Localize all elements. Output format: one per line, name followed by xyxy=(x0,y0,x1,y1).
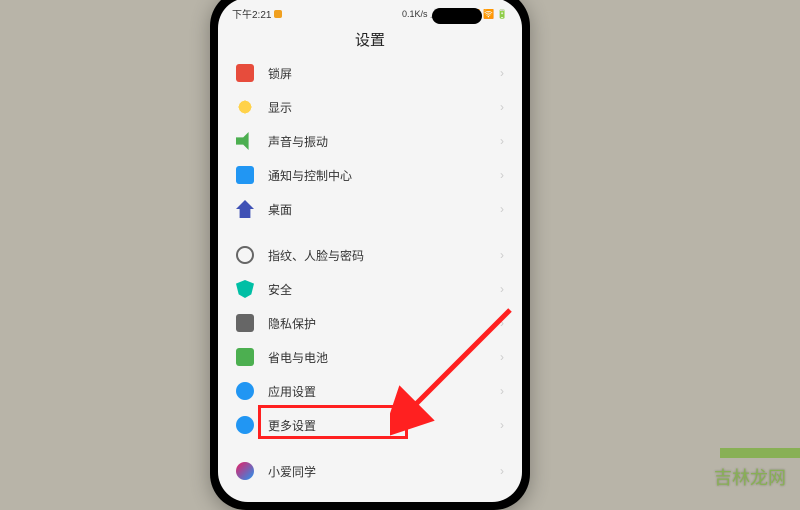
lock-icon xyxy=(274,10,282,18)
privacy-icon xyxy=(236,314,254,332)
chevron-right-icon: › xyxy=(500,168,504,182)
camera-cutout xyxy=(432,8,482,24)
chevron-right-icon: › xyxy=(500,316,504,330)
watermark-text: 吉林龙网 xyxy=(714,464,786,490)
settings-item-3[interactable]: 通知与控制中心› xyxy=(224,158,516,192)
status-network: 0.1K/s xyxy=(402,9,428,19)
settings-item-label: 声音与振动 xyxy=(268,133,500,150)
settings-list[interactable]: 锁屏›显示›声音与振动›通知与控制中心›桌面›指纹、人脸与密码›安全›隐私保护›… xyxy=(218,56,522,488)
display-icon xyxy=(236,98,254,116)
sound-icon xyxy=(236,132,254,150)
fingerprint-icon xyxy=(236,246,254,264)
settings-item-7[interactable]: 隐私保护› xyxy=(224,306,516,340)
chevron-right-icon: › xyxy=(500,384,504,398)
chevron-right-icon: › xyxy=(500,248,504,262)
settings-item-label: 桌面 xyxy=(268,201,500,218)
settings-item-10[interactable]: 更多设置› xyxy=(224,408,516,442)
xiaoai-icon xyxy=(236,462,254,480)
security-icon xyxy=(236,280,254,298)
settings-item-label: 指纹、人脸与密码 xyxy=(268,247,500,264)
chevron-right-icon: › xyxy=(500,134,504,148)
phone-screen: 下午2:21 0.1K/s ⏅ ⚡ 📶 📶 🛜 🔋 设置 锁屏›显示›声音与振动… xyxy=(218,0,522,502)
settings-item-label: 应用设置 xyxy=(268,383,500,400)
watermark-bar xyxy=(720,448,800,458)
settings-item-label: 通知与控制中心 xyxy=(268,167,500,184)
settings-item-label: 隐私保护 xyxy=(268,315,500,332)
chevron-right-icon: › xyxy=(500,202,504,216)
settings-item-5[interactable]: 指纹、人脸与密码› xyxy=(224,238,516,272)
status-time: 下午2:21 xyxy=(232,6,271,21)
home-icon xyxy=(236,200,254,218)
settings-item-8[interactable]: 省电与电池› xyxy=(224,340,516,374)
settings-item-4[interactable]: 桌面› xyxy=(224,192,516,226)
app-settings-icon xyxy=(236,382,254,400)
settings-item-6[interactable]: 安全› xyxy=(224,272,516,306)
chevron-right-icon: › xyxy=(500,464,504,478)
settings-item-9[interactable]: 应用设置› xyxy=(224,374,516,408)
settings-item-label: 更多设置 xyxy=(268,417,500,434)
chevron-right-icon: › xyxy=(500,66,504,80)
settings-item-2[interactable]: 声音与振动› xyxy=(224,124,516,158)
chevron-right-icon: › xyxy=(500,418,504,432)
chevron-right-icon: › xyxy=(500,100,504,114)
settings-item-11[interactable]: 小爱同学› xyxy=(224,454,516,488)
phone-bezel: 下午2:21 0.1K/s ⏅ ⚡ 📶 📶 🛜 🔋 设置 锁屏›显示›声音与振动… xyxy=(210,0,530,510)
settings-item-0[interactable]: 锁屏› xyxy=(224,56,516,90)
battery-icon xyxy=(236,348,254,366)
chevron-right-icon: › xyxy=(500,282,504,296)
settings-item-label: 显示 xyxy=(268,99,500,116)
page-title: 设置 xyxy=(218,25,522,56)
notification-icon xyxy=(236,166,254,184)
more-settings-icon xyxy=(236,416,254,434)
settings-item-label: 省电与电池 xyxy=(268,349,500,366)
chevron-right-icon: › xyxy=(500,350,504,364)
lock-screen-icon xyxy=(236,64,254,82)
settings-item-label: 锁屏 xyxy=(268,65,500,82)
phone-frame: 下午2:21 0.1K/s ⏅ ⚡ 📶 📶 🛜 🔋 设置 锁屏›显示›声音与振动… xyxy=(210,0,530,510)
settings-item-1[interactable]: 显示› xyxy=(224,90,516,124)
settings-item-label: 安全 xyxy=(268,281,500,298)
settings-item-label: 小爱同学 xyxy=(268,463,500,480)
